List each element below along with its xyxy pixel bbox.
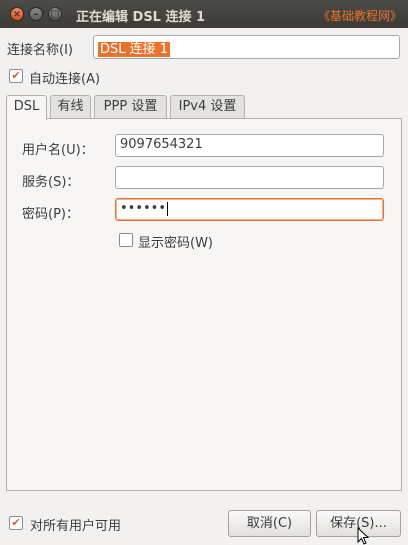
all-users-label[interactable]: 对所有用户可用 — [30, 515, 121, 534]
connection-name-input[interactable]: DSL 连接 1 — [93, 35, 400, 59]
tab-ipv4-settings[interactable]: IPv4 设置 — [170, 95, 245, 119]
text-caret — [167, 201, 169, 216]
password-input[interactable]: •••••• — [115, 198, 384, 221]
password-value: •••••• — [120, 201, 167, 216]
auto-connect-label[interactable]: 自动连接(A) — [29, 68, 100, 87]
maximize-icon: □ — [50, 9, 60, 20]
dsl-tab-panel: 用户名(U)： 9097654321 服务(S)： 密码(P)： •••••• … — [6, 118, 402, 491]
checkmark-icon: ✔ — [11, 69, 21, 82]
show-password-checkbox[interactable] — [119, 233, 133, 247]
cancel-button[interactable]: 取消(C) — [228, 510, 311, 537]
tab-wired[interactable]: 有线 — [50, 95, 91, 119]
username-value: 9097654321 — [120, 137, 203, 152]
username-input[interactable]: 9097654321 — [115, 134, 384, 157]
service-input[interactable] — [115, 166, 384, 189]
auto-connect-checkbox[interactable]: ✔ — [9, 69, 23, 83]
maximize-window-button[interactable]: □ — [48, 7, 62, 21]
username-label: 用户名(U)： — [22, 143, 94, 158]
checkmark-icon: ✔ — [11, 516, 21, 529]
connection-name-value: DSL 连接 1 — [98, 42, 171, 57]
minimize-window-button[interactable]: – — [29, 7, 43, 21]
tab-dsl[interactable]: DSL — [6, 95, 47, 120]
service-label: 服务(S)： — [22, 175, 80, 190]
mouse-pointer-icon — [357, 527, 370, 545]
close-icon: × — [12, 9, 22, 20]
all-users-checkbox[interactable]: ✔ — [9, 516, 23, 530]
title-bar[interactable]: × – □ 正在编辑 DSL 连接 1 《基础教程网》 — [0, 0, 408, 28]
watermark: 《基础教程网》 — [317, 9, 402, 23]
window-title: 正在编辑 DSL 连接 1 — [76, 10, 206, 25]
connection-name-label: 连接名称(I) — [7, 43, 73, 58]
password-label: 密码(P)： — [22, 207, 79, 222]
tab-ppp-settings[interactable]: PPP 设置 — [94, 95, 167, 119]
show-password-label[interactable]: 显示密码(W) — [138, 232, 213, 251]
minimize-icon: – — [33, 9, 39, 20]
connection-editor-window: × – □ 正在编辑 DSL 连接 1 《基础教程网》 连接名称(I) DSL … — [0, 0, 408, 545]
close-window-button[interactable]: × — [10, 7, 24, 21]
